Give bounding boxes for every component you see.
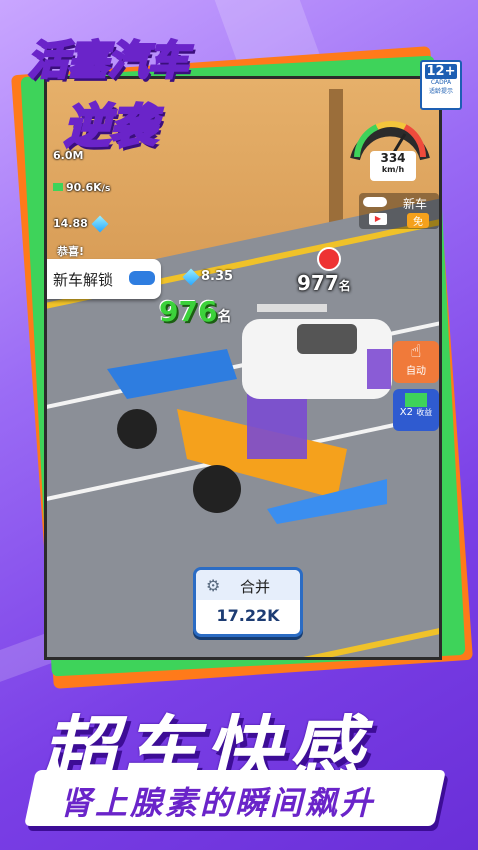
coin-icon bbox=[53, 183, 63, 191]
merge-button[interactable]: ⚙ 合并 17.22K bbox=[193, 567, 303, 637]
car-icon bbox=[129, 271, 155, 285]
game-screen: 6.0M 90.6K/s 14.88 334 km/h 新车 ▶ 免 恭喜! 新… bbox=[44, 76, 442, 660]
gem-icon bbox=[182, 268, 200, 285]
hand-icon: ☝ bbox=[410, 341, 422, 362]
auto-button[interactable]: ☝ 自动 bbox=[393, 341, 439, 383]
gems-counter: 14.88 bbox=[53, 215, 110, 233]
opponent-rank: 977名 bbox=[297, 271, 351, 295]
promo-subtitle: 肾上腺素的瞬间飙升 bbox=[60, 784, 376, 822]
car-icon bbox=[363, 197, 387, 207]
opponent-marker-icon bbox=[317, 247, 341, 271]
player-rank: 976名 bbox=[159, 295, 232, 328]
gem-icon bbox=[91, 215, 109, 233]
video-icon: ▶ bbox=[369, 213, 387, 225]
coins-counter: 90.6K/s bbox=[53, 181, 110, 194]
congrats-label: 恭喜! bbox=[57, 245, 85, 258]
piston-icon: ⚙ bbox=[206, 576, 221, 595]
cash-icon bbox=[405, 393, 427, 407]
new-car-unlock-button[interactable]: 新车解锁 bbox=[47, 259, 161, 299]
speed-readout: 334 km/h bbox=[370, 151, 416, 181]
unlock-gem-cost: 8.35 bbox=[182, 268, 233, 285]
new-car-button[interactable]: 新车 ▶ 免 bbox=[359, 193, 439, 229]
double-income-button[interactable]: X2 收益 bbox=[393, 389, 439, 431]
game-logo: 活塞汽车 逆袭 bbox=[27, 37, 190, 155]
opponent-car bbox=[242, 304, 392, 399]
age-rating-badge: 12+ CADPA 适龄提示 bbox=[420, 60, 462, 110]
